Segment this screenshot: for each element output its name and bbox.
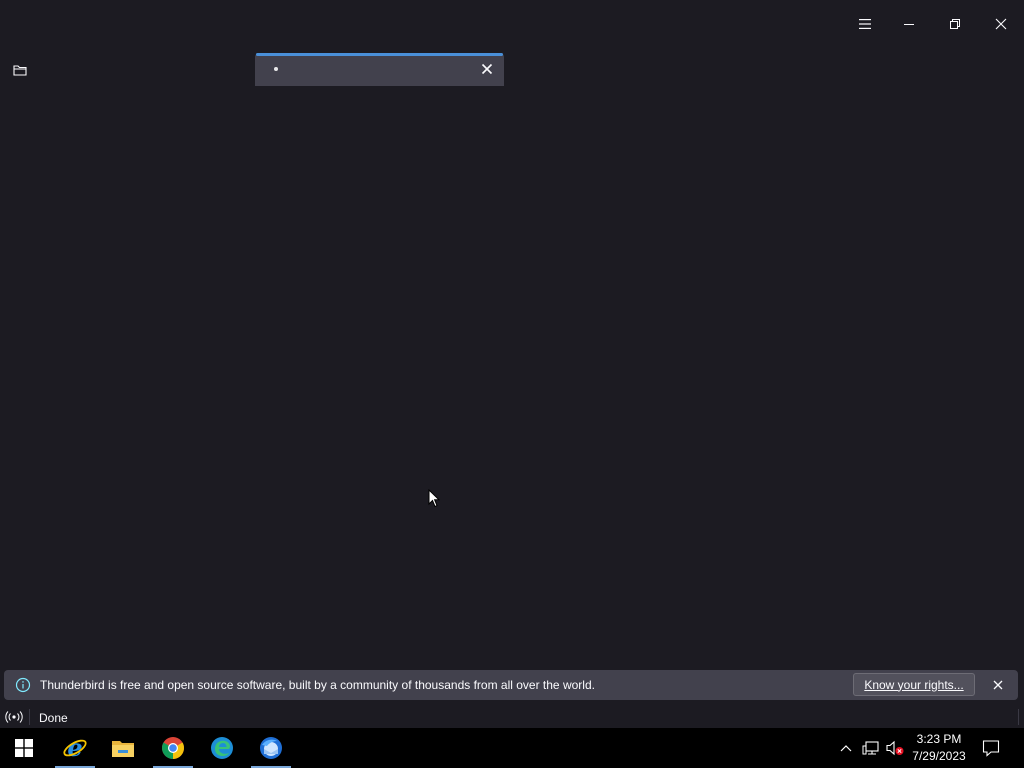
- notification-message: Thunderbird is free and open source soft…: [40, 678, 595, 692]
- taskbar-app-internet-explorer[interactable]: e: [55, 728, 95, 768]
- know-your-rights-button[interactable]: Know your rights...: [853, 673, 975, 696]
- volume-tray-button[interactable]: [885, 738, 905, 758]
- tab-close-button[interactable]: [479, 61, 495, 77]
- hamburger-menu-icon: [859, 19, 871, 29]
- status-bar: Done: [0, 706, 1024, 728]
- action-center-button[interactable]: [978, 736, 1004, 760]
- file-explorer-icon: [112, 741, 134, 757]
- tab-loading-icon: [274, 67, 278, 71]
- minimize-button[interactable]: [886, 0, 932, 48]
- action-center-icon: [982, 740, 1000, 757]
- status-divider: [29, 709, 30, 725]
- minimize-icon: [904, 24, 914, 25]
- folder-mode-button[interactable]: [6, 58, 34, 82]
- online-status-icon[interactable]: [5, 710, 23, 724]
- app-menu-button[interactable]: [842, 0, 888, 48]
- tab-accent-line: [256, 53, 503, 56]
- clock-time: 3:23 PM: [916, 732, 962, 746]
- restore-icon: [950, 19, 960, 29]
- taskbar: e 3:23 PM 7/29/2023: [0, 728, 1024, 768]
- notification-bar: Thunderbird is free and open source soft…: [4, 670, 1018, 700]
- network-tray-button[interactable]: [861, 738, 881, 758]
- chrome-icon: [162, 737, 184, 759]
- taskbar-app-file-explorer[interactable]: [103, 728, 143, 768]
- close-window-button[interactable]: [978, 0, 1024, 48]
- windows-start-icon: [15, 739, 33, 757]
- status-text: Done: [39, 711, 68, 725]
- volume-muted-icon: [886, 740, 904, 756]
- close-icon: [995, 18, 1007, 30]
- taskbar-app-edge[interactable]: [202, 728, 242, 768]
- close-icon: [993, 680, 1003, 690]
- tab-content-area[interactable]: [0, 88, 1024, 666]
- tab-active[interactable]: [255, 53, 504, 86]
- tab-bar: [0, 52, 1024, 88]
- svg-text:e: e: [67, 735, 82, 761]
- start-button[interactable]: [4, 728, 44, 768]
- mouse-cursor-icon: [428, 488, 441, 513]
- folder-icon: [13, 65, 27, 76]
- network-icon: [862, 741, 879, 755]
- taskbar-app-thunderbird[interactable]: [251, 728, 291, 768]
- status-divider: [1018, 709, 1019, 725]
- clock-date: 7/29/2023: [912, 749, 966, 763]
- restore-button[interactable]: [932, 0, 978, 48]
- edge-icon: [211, 737, 233, 759]
- title-bar: [0, 0, 1024, 50]
- internet-explorer-icon: e: [63, 735, 87, 761]
- taskbar-clock[interactable]: 3:23 PM 7/29/2023: [908, 731, 970, 765]
- chevron-up-icon: [840, 745, 852, 752]
- show-hidden-icons-button[interactable]: [836, 738, 856, 758]
- taskbar-app-chrome[interactable]: [153, 728, 193, 768]
- close-icon: [481, 63, 493, 75]
- info-icon: [15, 677, 31, 693]
- notification-close-button[interactable]: [989, 676, 1007, 694]
- thunderbird-icon: [260, 737, 282, 759]
